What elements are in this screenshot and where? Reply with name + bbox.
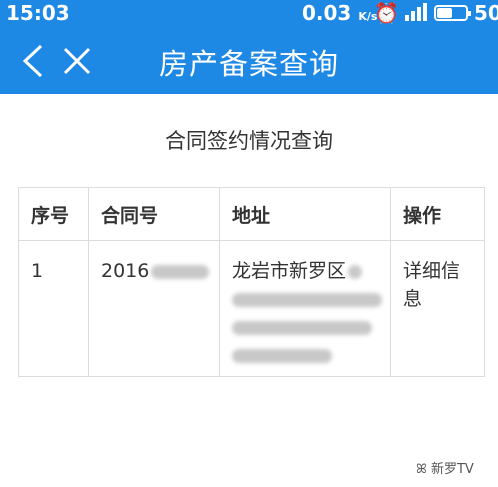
header-address: 地址 bbox=[219, 187, 391, 241]
chevron-left-icon[interactable] bbox=[22, 44, 44, 78]
close-icon[interactable] bbox=[62, 46, 92, 76]
table-row: 1 2016 龙岩市新罗区 详细信息 bbox=[18, 240, 485, 377]
alarm-icon: ⏰ bbox=[374, 1, 399, 25]
status-bar: 15:03 0.03 K/s ⏰ 50 bbox=[0, 0, 498, 27]
blurred-redaction bbox=[348, 264, 363, 279]
signal-icon bbox=[405, 1, 431, 23]
cell-index: 1 bbox=[18, 240, 89, 377]
address-text: 龙岩市新罗区 bbox=[232, 260, 347, 282]
nav-bar: 房产备案查询 bbox=[0, 27, 498, 94]
contract-no-text: 2016 bbox=[101, 260, 150, 282]
table-header-row: 序号 合同号 地址 操作 bbox=[18, 187, 485, 241]
header-index: 序号 bbox=[18, 187, 89, 241]
status-time: 15:03 bbox=[6, 1, 70, 25]
blurred-redaction bbox=[232, 320, 372, 335]
blurred-redaction bbox=[232, 292, 382, 307]
cell-action: 详细信息 bbox=[390, 240, 485, 377]
contract-table: 序号 合同号 地址 操作 1 2016 龙岩市新罗区 详细信息 bbox=[18, 187, 485, 377]
blurred-redaction bbox=[232, 348, 332, 363]
nav-title: 房产备案查询 bbox=[158, 47, 339, 81]
cell-address: 龙岩市新罗区 bbox=[219, 240, 391, 377]
battery-fill bbox=[437, 8, 452, 18]
blurred-redaction bbox=[151, 264, 210, 279]
watermark: ꕤ 新罗TV bbox=[416, 462, 474, 477]
wechat-icon: ꕤ bbox=[416, 462, 427, 477]
network-speed: 0.03 K/s bbox=[302, 1, 378, 25]
detail-link[interactable]: 详细信息 bbox=[403, 257, 473, 313]
header-action: 操作 bbox=[390, 187, 485, 241]
battery-icon bbox=[434, 5, 471, 21]
header-contract-no: 合同号 bbox=[88, 187, 220, 241]
page-subtitle: 合同签约情况查询 bbox=[165, 129, 333, 153]
battery-level: 50 bbox=[474, 1, 498, 25]
cell-contract-no: 2016 bbox=[88, 240, 220, 377]
